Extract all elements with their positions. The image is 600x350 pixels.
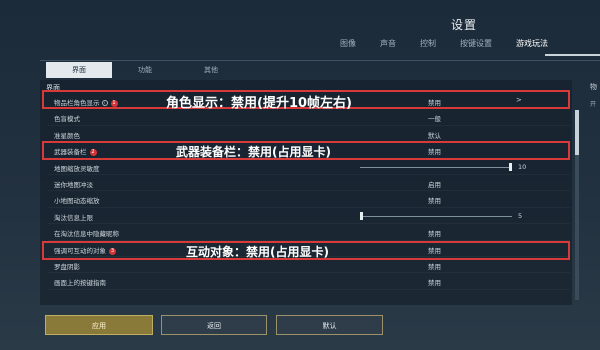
setting-value[interactable]: 禁用 — [428, 261, 441, 271]
slider-track[interactable] — [360, 215, 512, 217]
annotation-text: 角色显示：禁用(提升10帧左右) — [166, 96, 352, 111]
settings-title: 设置 — [451, 18, 478, 32]
setting-row-colorblind[interactable]: 色盲模式 一般 — [48, 109, 570, 126]
setting-row-kill-feed-limit[interactable]: 淘汰信息上限 5 — [48, 208, 570, 225]
slider-knob[interactable] — [360, 211, 363, 220]
annotation-box-character-display: 角色显示：禁用(提升10帧左右) — [42, 90, 570, 111]
setting-label: 迷你地图冲淡 — [54, 180, 93, 189]
setting-row-hide-names-killfeed[interactable]: 在淘汰信息中隐藏昵称 禁用 — [48, 224, 570, 241]
default-button[interactable]: 默认 — [276, 315, 383, 335]
setting-value[interactable]: 一般 — [428, 113, 441, 123]
setting-row-minimap-dynamic-zoom[interactable]: 小地图动态缩放 禁用 — [48, 191, 570, 208]
nav-tab-gameplay[interactable]: 游戏玩法 — [516, 38, 548, 49]
nav-tab-sound[interactable]: 声音 — [380, 38, 396, 49]
setting-row-map-zoom-sensitivity[interactable]: 地图缩放灵敏度 10 — [48, 159, 570, 175]
setting-value[interactable]: 启用 — [428, 179, 441, 189]
setting-label: 在淘汰信息中隐藏昵称 — [54, 230, 119, 239]
nav-tab-control[interactable]: 控制 — [420, 38, 436, 49]
setting-value[interactable]: 禁用 — [428, 195, 441, 205]
setting-label: 色盲模式 — [54, 115, 80, 124]
setting-row-crosshair-color[interactable]: 准星颜色 默认 — [48, 126, 570, 143]
setting-label: 罗盘阴影 — [54, 262, 80, 271]
subtab-function[interactable]: 功能 — [112, 62, 178, 78]
setting-value[interactable]: 默认 — [428, 130, 441, 140]
nav-tab-keybind[interactable]: 按键设置 — [460, 38, 492, 49]
setting-label: 地图缩放灵敏度 — [54, 164, 100, 173]
annotation-text: 武器装备栏：禁用(占用显卡) — [176, 145, 331, 159]
subtab-other[interactable]: 其他 — [178, 62, 244, 78]
settings-list: 物品栏角色显示 i 1 禁用 > 色盲模式 一般 准星颜色 默认 武器装备栏 2 禁用… — [48, 93, 570, 290]
annotation-box-weapon-bar: 武器装备栏：禁用(占用显卡) — [42, 141, 570, 160]
setting-row-key-guide[interactable]: 画面上的按键指南 禁用 — [48, 273, 570, 290]
annotation-box-interact-objects: 互动对象：禁用(占用显卡) — [42, 241, 570, 260]
setting-row-minimap-fade[interactable]: 迷你地图冲淡 启用 — [48, 175, 570, 192]
settings-panel: 界面 物品栏角色显示 i 1 禁用 > 色盲模式 一般 准星颜色 默认 武器装备栏 2… — [40, 80, 572, 305]
back-button[interactable]: 返回 — [161, 315, 267, 335]
setting-value[interactable]: 禁用 — [428, 277, 441, 287]
setting-label: 画面上的按键指南 — [54, 279, 106, 288]
active-tab-indicator — [545, 54, 600, 56]
setting-value[interactable]: 禁用 — [428, 228, 441, 238]
setting-label: 淘汰信息上限 — [54, 213, 93, 222]
slider-track[interactable] — [360, 166, 512, 168]
nav-tab-graphics[interactable]: 图像 — [340, 38, 356, 49]
side-panel-label: 物 — [590, 83, 597, 91]
apply-button[interactable]: 应用 — [45, 315, 153, 335]
setting-label: 准星颜色 — [54, 131, 80, 140]
slider-knob[interactable] — [509, 162, 512, 171]
annotation-text: 互动对象：禁用(占用显卡) — [186, 245, 329, 259]
sub-tabs: 界面 功能 其他 — [46, 62, 244, 78]
scrollbar-thumb[interactable] — [575, 110, 579, 155]
slider-value: 10 — [518, 162, 527, 171]
scrollbar[interactable] — [575, 110, 579, 300]
top-divider — [40, 60, 600, 61]
subtab-interface[interactable]: 界面 — [46, 62, 112, 78]
setting-label: 小地图动态缩放 — [54, 197, 100, 206]
top-nav: 图像 声音 控制 按键设置 游戏玩法 — [340, 38, 572, 49]
slider-value: 5 — [518, 211, 523, 220]
side-panel-sublabel: 开 — [590, 101, 597, 108]
